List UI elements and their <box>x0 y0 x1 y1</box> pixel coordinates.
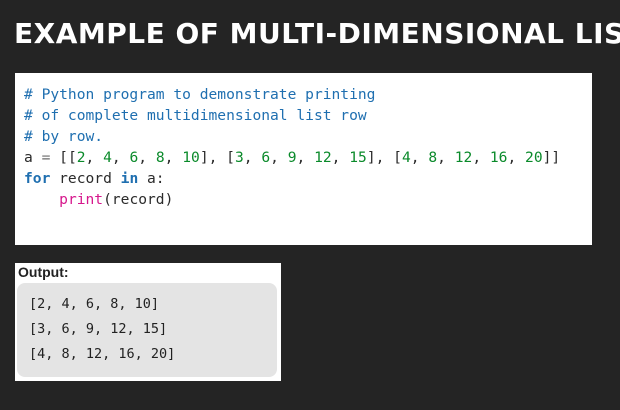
code-token: 20 <box>525 149 543 166</box>
output-line: [2, 4, 6, 8, 10] <box>29 296 160 312</box>
code-panel: # Python program to demonstrate printing… <box>15 73 592 245</box>
code-token: 12 <box>314 149 332 166</box>
code-token: # Python program to demonstrate printing <box>24 86 376 103</box>
code-token: 16 <box>489 149 508 166</box>
code-token: 12 <box>454 149 473 166</box>
code-token: ], [ <box>199 149 235 166</box>
code-token: , <box>331 149 350 166</box>
code-token: , <box>111 149 130 166</box>
code-line: for record in a: <box>24 168 560 189</box>
output-line: [4, 8, 12, 16, 20] <box>29 346 176 362</box>
code-token: 3 <box>234 149 244 166</box>
code-token: , <box>164 149 183 166</box>
code-token: , <box>507 149 526 166</box>
code-token: 4 <box>401 149 411 166</box>
code-token: in <box>120 170 139 187</box>
code-token: for <box>24 170 51 187</box>
code-token: , <box>85 149 104 166</box>
code-token: , <box>472 149 490 166</box>
code-token: 15 <box>349 149 367 166</box>
code-line: # Python program to demonstrate printing <box>24 84 560 105</box>
output-line: [3, 6, 9, 12, 15] <box>29 321 168 337</box>
code-token: 6 <box>261 149 271 166</box>
code-token: print <box>59 191 104 208</box>
output-panel: Output: [2, 4, 6, 8, 10] [3, 6, 9, 12, 1… <box>15 263 281 381</box>
code-token: 6 <box>129 149 139 166</box>
output-label: Output: <box>18 264 69 280</box>
code-token: , <box>138 149 156 166</box>
code-line: # by row. <box>24 126 560 147</box>
code-token: ], [ <box>366 149 402 166</box>
code-token: record <box>50 170 121 187</box>
code-token: , <box>437 149 455 166</box>
code-token: (record) <box>103 191 174 208</box>
code-line: # of complete multidimensional list row <box>24 105 560 126</box>
code-token: ]] <box>542 149 561 166</box>
code-token: , <box>243 149 262 166</box>
code-line: print(record) <box>24 189 560 210</box>
code-token: 2 <box>76 149 86 166</box>
code-token: 8 <box>428 149 438 166</box>
code-line: a = [[2, 4, 6, 8, 10], [3, 6, 9, 12, 15]… <box>24 147 560 168</box>
code-token: , <box>270 149 288 166</box>
output-box: [2, 4, 6, 8, 10] [3, 6, 9, 12, 15] [4, 8… <box>17 283 277 377</box>
code-token: a <box>24 149 42 166</box>
code-token: 4 <box>103 149 112 166</box>
code-token: # of complete multidimensional list row <box>24 107 367 124</box>
code-token: , <box>296 149 315 166</box>
code-token: 10 <box>182 149 200 166</box>
code-token: a: <box>138 170 165 187</box>
code-block: # Python program to demonstrate printing… <box>24 84 560 210</box>
code-token: 8 <box>155 149 165 166</box>
code-token: , <box>410 149 429 166</box>
code-token: [[ <box>50 149 77 166</box>
code-token: 9 <box>287 149 297 166</box>
code-token: # by row. <box>24 128 104 145</box>
slide-title: EXAMPLE OF MULTI-DIMENSIONAL LIST <box>14 17 620 50</box>
